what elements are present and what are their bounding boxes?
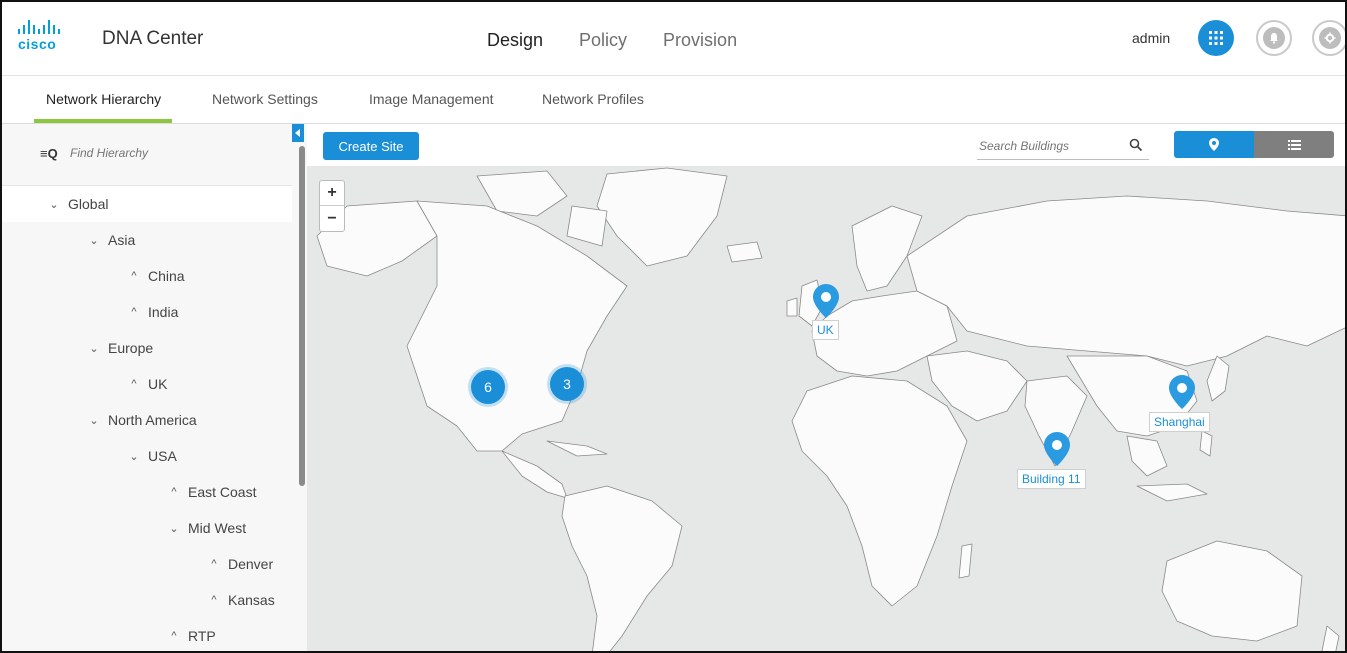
tree-item-global[interactable]: ⌄ Global — [2, 186, 292, 222]
apps-button[interactable] — [1198, 20, 1234, 56]
logo-text: cisco — [18, 36, 57, 52]
gear-icon — [1324, 32, 1336, 44]
hierarchy-sidebar: ≡Q ⌄ Global ⌄ Asia ^ China ^ India ⌄ Europe ^… — [2, 124, 307, 651]
tree-item-kansas[interactable]: ^ Kansas — [2, 582, 292, 618]
chevron-up-icon[interactable]: ^ — [126, 306, 142, 318]
tab-image-management[interactable]: Image Management — [369, 91, 494, 107]
nav-design[interactable]: Design — [487, 30, 543, 51]
tab-network-settings[interactable]: Network Settings — [212, 91, 318, 107]
notifications-button[interactable] — [1256, 20, 1292, 56]
map-toolbar: Create Site — [307, 124, 1345, 166]
zoom-in-button[interactable]: + — [320, 181, 344, 206]
nav-policy[interactable]: Policy — [579, 30, 627, 51]
list-view-button[interactable] — [1254, 131, 1334, 158]
tree-item-europe[interactable]: ⌄ Europe — [2, 330, 292, 366]
bell-icon — [1270, 33, 1278, 44]
map-view-button[interactable] — [1174, 131, 1254, 158]
create-site-button[interactable]: Create Site — [323, 132, 419, 160]
tree-item-label: Asia — [108, 232, 136, 248]
app-title: DNA Center — [102, 28, 204, 49]
search-buildings-input[interactable] — [979, 139, 1119, 153]
tree-item-label: Global — [68, 196, 109, 212]
site-cluster-marker[interactable]: 3 — [550, 367, 584, 401]
nav-provision[interactable]: Provision — [663, 30, 737, 51]
active-tab-indicator — [34, 119, 172, 123]
pin-label-building-11[interactable]: Building 11 — [1017, 469, 1086, 489]
tree-item-mid-west[interactable]: ⌄ Mid West — [2, 510, 292, 546]
tree-item-label: China — [148, 268, 185, 284]
pin-label-shanghai[interactable]: Shanghai — [1149, 412, 1210, 432]
chevron-up-icon[interactable]: ^ — [126, 270, 142, 282]
tab-network-profiles[interactable]: Network Profiles — [542, 91, 644, 107]
tree-item-china[interactable]: ^ China — [2, 258, 292, 294]
settings-button[interactable] — [1312, 20, 1345, 56]
tree-item-label: India — [148, 304, 179, 320]
tree-item-label: UK — [148, 376, 168, 392]
collapse-sidebar-button[interactable] — [292, 124, 304, 142]
top-header: cisco DNA Center Design Policy Provision… — [2, 2, 1345, 76]
app-window: cisco DNA Center Design Policy Provision… — [0, 0, 1347, 653]
tree-item-label: Denver — [228, 556, 274, 572]
site-cluster-marker[interactable]: 6 — [471, 370, 505, 404]
tree-item-label: RTP — [188, 628, 216, 644]
chevron-up-icon[interactable]: ^ — [126, 378, 142, 390]
chevron-down-icon[interactable]: ⌄ — [86, 414, 102, 427]
tree-item-label: USA — [148, 448, 177, 464]
view-toggle — [1174, 131, 1334, 158]
search-icon[interactable] — [1129, 138, 1143, 152]
chevron-up-icon[interactable]: ^ — [206, 594, 222, 606]
apps-grid-icon — [1209, 31, 1223, 45]
chevron-down-icon[interactable]: ⌄ — [86, 342, 102, 355]
tree-item-uk[interactable]: ^ UK — [2, 366, 292, 402]
main-nav: Design Policy Provision — [487, 30, 737, 51]
cisco-logo: cisco — [18, 20, 74, 54]
filter-search-icon[interactable]: ≡Q — [40, 146, 58, 161]
world-map[interactable]: + − 6 3 UK Shanghai Building 11 — [307, 166, 1345, 651]
tree-item-label: Mid West — [188, 520, 247, 536]
caret-left-icon — [295, 129, 300, 137]
tree-item-label: Kansas — [228, 592, 275, 608]
tree-item-denver[interactable]: ^ Denver — [2, 546, 292, 582]
list-icon — [1287, 139, 1301, 150]
tree-item-label: Europe — [108, 340, 154, 356]
tree-item-north-america[interactable]: ⌄ North America — [2, 402, 292, 438]
chevron-down-icon[interactable]: ⌄ — [46, 198, 62, 211]
map-panel: Create Site Search Buildings + − 6 3 UK … — [307, 124, 1345, 651]
tree-item-india[interactable]: ^ India — [2, 294, 292, 330]
sidebar-scrollbar[interactable] — [299, 146, 305, 486]
design-subtabs: Network Hierarchy Network Settings Image… — [2, 76, 1345, 124]
location-pin-icon[interactable] — [1169, 375, 1195, 409]
user-name[interactable]: admin — [1132, 30, 1170, 46]
chevron-up-icon[interactable]: ^ — [206, 558, 222, 570]
find-hierarchy: ≡Q — [2, 124, 292, 186]
location-pin-icon[interactable] — [1044, 432, 1070, 466]
tree-item-usa[interactable]: ⌄ USA — [2, 438, 292, 474]
world-map-graphic — [307, 166, 1345, 651]
chevron-down-icon[interactable]: ⌄ — [166, 522, 182, 535]
chevron-down-icon[interactable]: ⌄ — [126, 450, 142, 463]
tree-item-label: East Coast — [188, 484, 257, 500]
chevron-down-icon[interactable]: ⌄ — [86, 234, 102, 247]
zoom-controls: + − — [319, 180, 345, 232]
location-pin-icon[interactable] — [813, 284, 839, 318]
chevron-up-icon[interactable]: ^ — [166, 630, 182, 642]
search-buildings — [977, 134, 1149, 160]
tree-item-rtp[interactable]: ^ RTP — [2, 618, 292, 651]
find-hierarchy-input[interactable] — [70, 146, 270, 160]
zoom-out-button[interactable]: − — [320, 206, 344, 231]
location-pin-icon — [1209, 138, 1219, 151]
tab-network-hierarchy[interactable]: Network Hierarchy — [46, 91, 161, 107]
tree-item-asia[interactable]: ⌄ Asia — [2, 222, 292, 258]
tree-item-east-coast[interactable]: ^ East Coast — [2, 474, 292, 510]
chevron-up-icon[interactable]: ^ — [166, 486, 182, 498]
pin-label-uk[interactable]: UK — [812, 320, 839, 340]
tree-item-label: North America — [108, 412, 197, 428]
